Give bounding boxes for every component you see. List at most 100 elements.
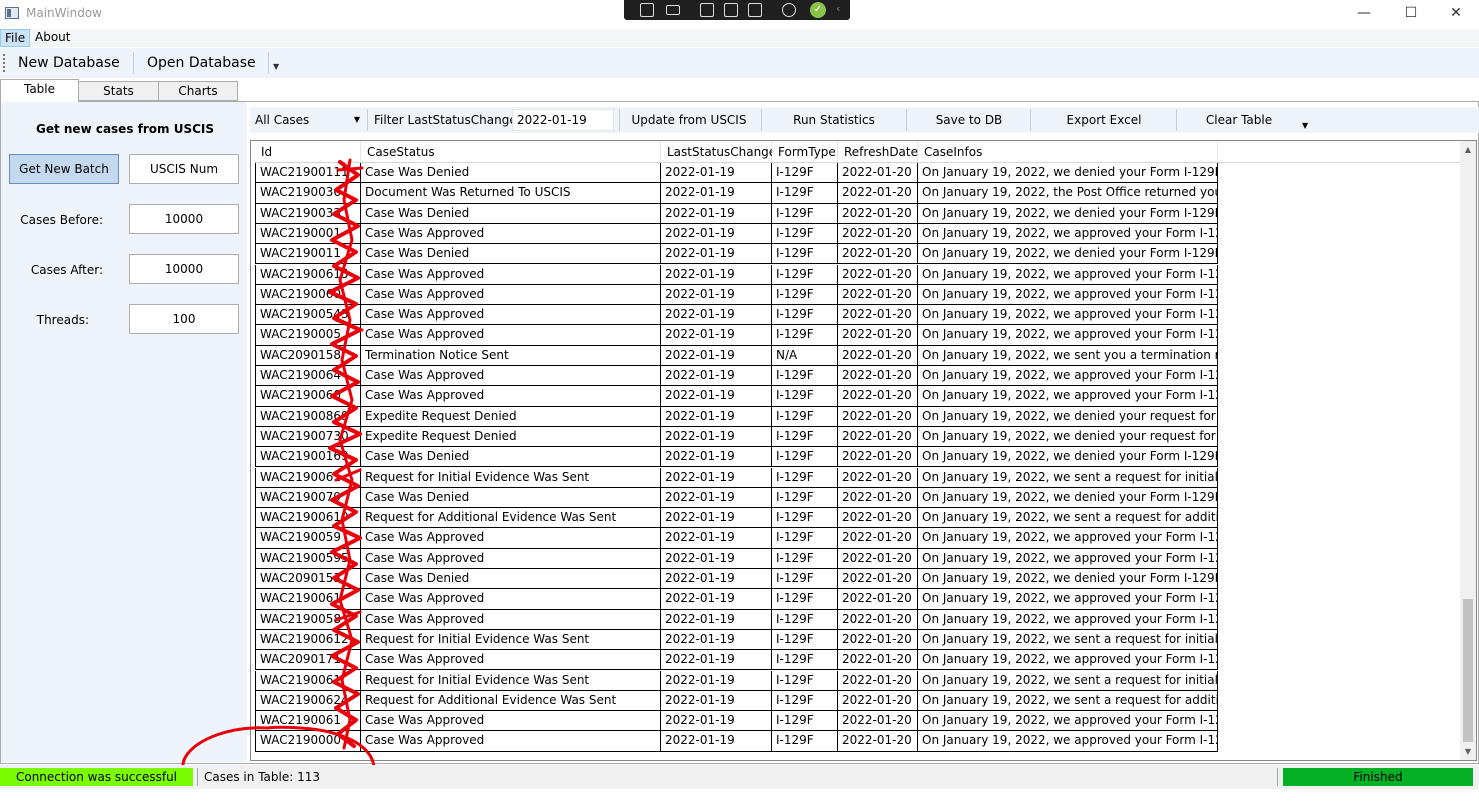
- table-row[interactable]: WAC21900595 Case Was Approved 2022-01-19 I-…: [251, 548, 1461, 569]
- cell-formtype[interactable]: I-129F: [772, 183, 838, 204]
- cell-id[interactable]: WAC2190061: [255, 711, 361, 732]
- cell-caseinfos[interactable]: On January 19, 2022, we denied your Form…: [918, 487, 1218, 509]
- cell-casestatus[interactable]: Request for Initial Evidence Was Sent: [361, 670, 661, 691]
- cell-id[interactable]: WAC21900730: [255, 426, 361, 448]
- case-filter-combo[interactable]: All Cases ▼: [252, 108, 364, 132]
- cell-casestatus[interactable]: Expedite Request Denied: [361, 406, 661, 427]
- cell-caseinfos[interactable]: On January 19, 2022, we sent a request f…: [918, 690, 1218, 712]
- hot-reload-icon[interactable]: [782, 3, 796, 17]
- cell-laststatuschange[interactable]: 2022-01-19: [661, 325, 772, 346]
- cell-refreshdate[interactable]: 2022-01-20: [838, 426, 918, 448]
- cell-id[interactable]: WAC2190058: [255, 609, 361, 630]
- cell-refreshdate[interactable]: 2022-01-20: [838, 345, 918, 366]
- cell-formtype[interactable]: I-129F: [772, 569, 838, 590]
- cell-casestatus[interactable]: Case Was Approved: [361, 731, 661, 752]
- cell-laststatuschange[interactable]: 2022-01-19: [661, 163, 772, 184]
- cell-formtype[interactable]: I-129F: [772, 305, 838, 326]
- table-row[interactable]: WAC21900869 Expedite Request Denied 2022-0…: [251, 406, 1461, 427]
- cell-formtype[interactable]: I-129F: [772, 325, 838, 346]
- column-header-formtype[interactable]: FormType: [772, 141, 838, 163]
- table-row[interactable]: WAC2190011 Case Was Denied 2022-01-19 I-129…: [251, 244, 1461, 265]
- table-row[interactable]: WAC21900169 Case Was Denied 2022-01-19 I-12…: [251, 447, 1461, 468]
- cell-casestatus[interactable]: Case Was Approved: [361, 366, 661, 387]
- cell-laststatuschange[interactable]: 2022-01-19: [661, 244, 772, 265]
- cell-formtype[interactable]: I-129F: [772, 508, 838, 529]
- cell-refreshdate[interactable]: 2022-01-20: [838, 609, 918, 630]
- table-row[interactable]: WAC21900619 Request for Additional Eviden…: [251, 508, 1461, 529]
- cell-laststatuschange[interactable]: 2022-01-19: [661, 711, 772, 732]
- cell-laststatuschange[interactable]: 2022-01-19: [661, 508, 772, 529]
- cell-laststatuschange[interactable]: 2022-01-19: [661, 548, 772, 569]
- cell-id[interactable]: WAC21900624: [255, 690, 361, 712]
- scroll-down-icon[interactable]: ▼: [1460, 743, 1476, 760]
- cell-casestatus[interactable]: Case Was Approved: [361, 548, 661, 569]
- table-row[interactable]: WAC21900624 Request for Additional Eviden…: [251, 690, 1461, 712]
- cell-id[interactable]: WAC2190011: [255, 244, 361, 265]
- cell-id[interactable]: WAC2190036: [255, 183, 361, 204]
- cell-casestatus[interactable]: Termination Notice Sent: [361, 345, 661, 366]
- get-new-batch-button[interactable]: Get New Batch: [9, 154, 119, 184]
- cell-casestatus[interactable]: Case Was Denied: [361, 244, 661, 265]
- cell-id[interactable]: WAC2190000: [255, 731, 361, 752]
- cell-refreshdate[interactable]: 2022-01-20: [838, 264, 918, 285]
- menu-file[interactable]: File: [0, 29, 31, 47]
- open-database-button[interactable]: Open Database: [143, 52, 260, 74]
- cell-formtype[interactable]: I-129F: [772, 223, 838, 245]
- cell-refreshdate[interactable]: 2022-01-20: [838, 548, 918, 569]
- cell-id[interactable]: WAC2190060: [255, 386, 361, 407]
- cell-formtype[interactable]: I-129F: [772, 244, 838, 265]
- scrollbar-thumb[interactable]: [1463, 599, 1473, 742]
- new-database-button[interactable]: New Database: [14, 52, 124, 74]
- toolbar-overflow-icon[interactable]: ▼: [273, 62, 279, 71]
- cell-caseinfos[interactable]: On January 19, 2022, we denied your requ…: [918, 426, 1218, 448]
- cell-laststatuschange[interactable]: 2022-01-19: [661, 264, 772, 285]
- table-row[interactable]: WAC2190061 Request for Initial Evidence W…: [251, 467, 1461, 488]
- cell-refreshdate[interactable]: 2022-01-20: [838, 386, 918, 407]
- cell-id[interactable]: WAC2090158: [255, 345, 361, 366]
- cell-caseinfos[interactable]: On January 19, 2022, we sent a request f…: [918, 670, 1218, 691]
- cell-caseinfos[interactable]: On January 19, 2022, we approved your Fo…: [918, 650, 1218, 671]
- cell-casestatus[interactable]: Request for Additional Evidence Was Sent: [361, 690, 661, 712]
- table-row[interactable]: WAC2090153 Case Was Denied 2022-01-19 I-129…: [251, 569, 1461, 590]
- cell-refreshdate[interactable]: 2022-01-20: [838, 690, 918, 712]
- cell-casestatus[interactable]: Case Was Denied: [361, 203, 661, 224]
- cell-id[interactable]: WAC21900612: [255, 629, 361, 651]
- cell-formtype[interactable]: I-129F: [772, 548, 838, 569]
- record-icon[interactable]: [666, 5, 680, 15]
- close-button[interactable]: ✕: [1433, 0, 1479, 28]
- cell-caseinfos[interactable]: On January 19, 2022, we approved your Fo…: [918, 366, 1218, 387]
- cell-refreshdate[interactable]: 2022-01-20: [838, 629, 918, 651]
- cell-refreshdate[interactable]: 2022-01-20: [838, 487, 918, 509]
- cell-refreshdate[interactable]: 2022-01-20: [838, 508, 918, 529]
- table-row[interactable]: WAC2090158 Termination Notice Sent 2022-01…: [251, 345, 1461, 366]
- cell-casestatus[interactable]: Case Was Approved: [361, 609, 661, 630]
- cell-laststatuschange[interactable]: 2022-01-19: [661, 690, 772, 712]
- table-row[interactable]: WAC2190059 Case Was Approved 2022-01-19 I-1…: [251, 528, 1461, 549]
- cell-refreshdate[interactable]: 2022-01-20: [838, 711, 918, 732]
- cases-before-input[interactable]: 10000: [129, 204, 239, 234]
- cell-laststatuschange[interactable]: 2022-01-19: [661, 609, 772, 630]
- table-row[interactable]: WAC2190033 Case Was Denied 2022-01-19 I-129…: [251, 203, 1461, 224]
- cell-caseinfos[interactable]: On January 19, 2022, we approved your Fo…: [918, 528, 1218, 549]
- cell-caseinfos[interactable]: On January 19, 2022, we approved your Fo…: [918, 223, 1218, 245]
- table-row[interactable]: WAC21900543 Case Was Approved 2022-01-19 I-…: [251, 305, 1461, 326]
- cell-caseinfos[interactable]: On January 19, 2022, we approved your Fo…: [918, 264, 1218, 285]
- cell-casestatus[interactable]: Request for Initial Evidence Was Sent: [361, 467, 661, 488]
- maximize-button[interactable]: ☐: [1388, 0, 1434, 28]
- toolbar-overflow-icon[interactable]: ▼: [1302, 121, 1308, 130]
- uscis-num-field[interactable]: USCIS Num: [129, 154, 239, 184]
- cell-casestatus[interactable]: Case Was Approved: [361, 223, 661, 245]
- cell-laststatuschange[interactable]: 2022-01-19: [661, 305, 772, 326]
- save-to-db-button[interactable]: Save to DB: [910, 107, 1028, 133]
- cell-caseinfos[interactable]: On January 19, 2022, we sent you a termi…: [918, 345, 1218, 366]
- table-row[interactable]: WAC21900615 Case Was Approved 2022-01-19 I-…: [251, 264, 1461, 285]
- cell-formtype[interactable]: I-129F: [772, 447, 838, 468]
- cell-casestatus[interactable]: Case Was Approved: [361, 325, 661, 346]
- cell-refreshdate[interactable]: 2022-01-20: [838, 406, 918, 427]
- cell-refreshdate[interactable]: 2022-01-20: [838, 447, 918, 468]
- cell-caseinfos[interactable]: On January 19, 2022, we approved your Fo…: [918, 548, 1218, 569]
- cell-refreshdate[interactable]: 2022-01-20: [838, 203, 918, 224]
- scroll-up-icon[interactable]: ▲: [1460, 141, 1476, 158]
- cell-caseinfos[interactable]: On January 19, 2022, we sent a request f…: [918, 508, 1218, 529]
- cell-formtype[interactable]: I-129F: [772, 366, 838, 387]
